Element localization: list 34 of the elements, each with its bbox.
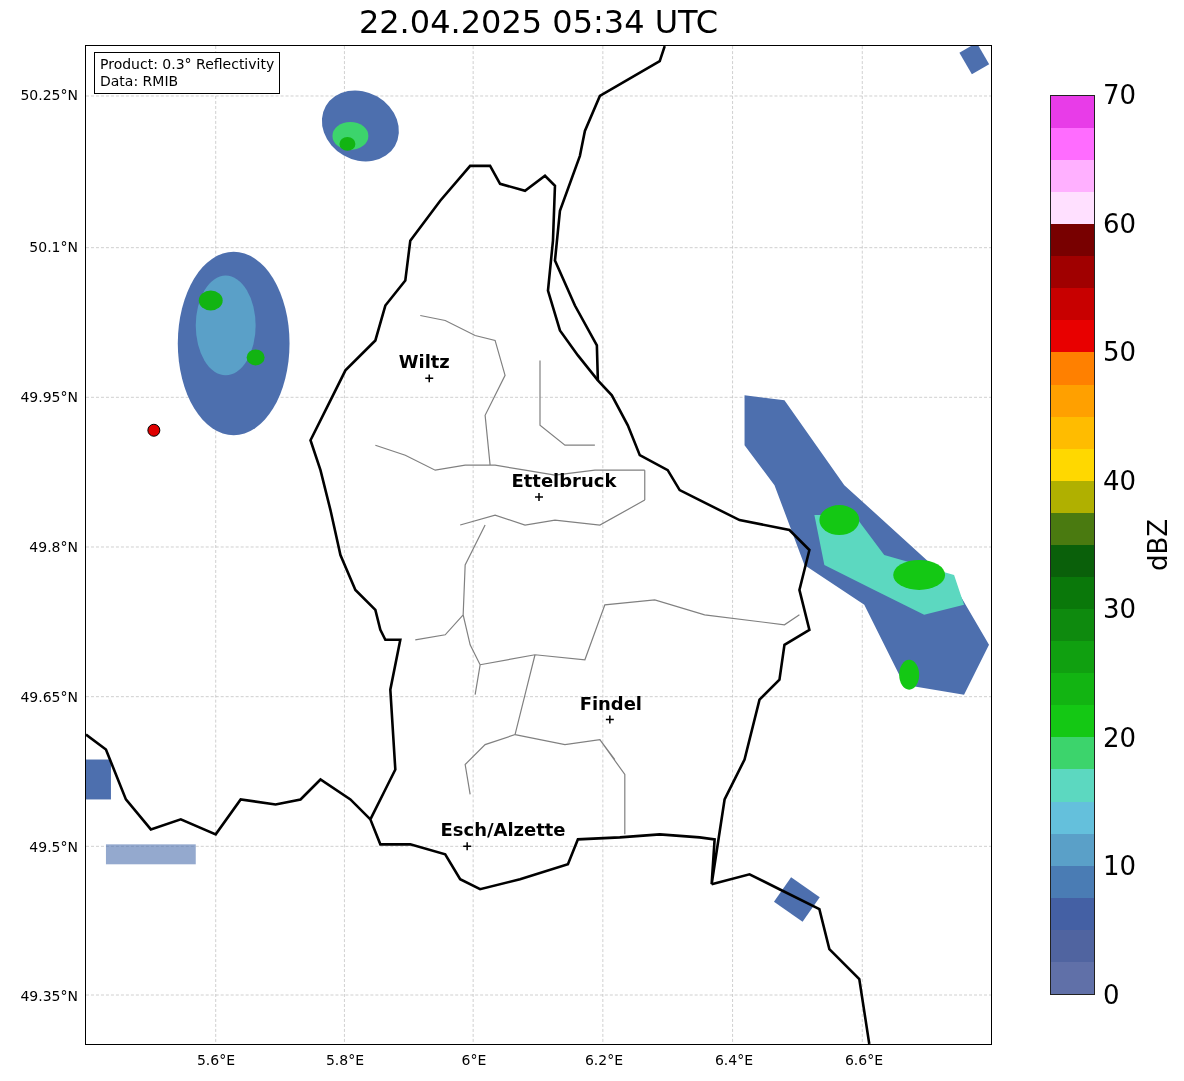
colorbar-tick-label: 10 [1103,853,1137,880]
city-marker-icon [605,714,615,725]
city-label: Wiltz [398,351,450,373]
longitude-tick-label: 6.4°E [714,1052,754,1068]
latitude-tick-label: 49.35°N [20,988,78,1004]
latitude-tick-label: 50.25°N [20,87,78,103]
longitude-tick-label: 5.8°E [325,1052,365,1068]
colorbar-tick-label: 70 [1103,82,1137,108]
colorbar-tick-label: 30 [1103,596,1137,623]
longitude-tick-label: 6.2°E [584,1052,624,1068]
latitude-tick-label: 49.95°N [20,389,78,405]
longitude-tick-label: 5.6°E [196,1052,236,1068]
city-label: Esch/Alzette [440,819,566,841]
legend-text: Data: RMIB [100,73,180,90]
latitude-tick-label: 49.65°N [20,689,78,705]
latitude-tick-label: 49.5°N [29,839,78,855]
city-label: Findel [579,692,643,714]
colorbar-tick-label: 20 [1103,724,1137,751]
legend-text: Product: 0.3° Reflectivity [100,56,275,73]
city-label: Ettelbruck [511,470,617,492]
longitude-tick-label: 6°E [461,1052,487,1068]
colorbar-tick-label: 50 [1103,339,1137,366]
city-marker-icon [424,373,434,384]
radar-site-icon [147,423,161,437]
city-marker-icon [534,492,544,502]
city-marker-icon [462,841,472,852]
colorbar-tick-label: 0 [1103,982,1120,1008]
chart-title: 22.04.2025 05:34 UTC [357,2,720,43]
longitude-tick-label: 6.6°E [844,1052,884,1068]
latitude-tick-label: 49.8°N [29,539,78,555]
latitude-tick-label: 50.1°N [29,239,78,255]
colorbar-tick-label: 60 [1103,210,1137,237]
colorbar-label: dBZ [1143,518,1174,572]
colorbar-tick-label: 40 [1103,467,1137,494]
